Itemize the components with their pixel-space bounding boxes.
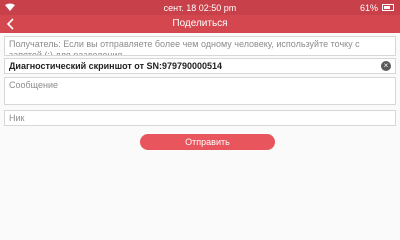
message-field[interactable]: Сообщение [4, 77, 396, 105]
message-placeholder: Сообщение [9, 80, 58, 90]
subject-field[interactable]: Диагностический скриншот от SN:979790000… [4, 58, 396, 74]
status-time: сент. 18 02:50 pm [163, 3, 237, 13]
recipient-field[interactable]: Получатель: Если вы отправляете более че… [4, 36, 396, 56]
battery-icon [382, 4, 394, 11]
subject-value: Диагностический скриншот от SN:979790000… [9, 61, 223, 71]
battery-level: 61% [359, 3, 378, 13]
nick-placeholder: Ник [9, 113, 25, 123]
clear-icon[interactable]: × [381, 61, 391, 71]
status-bar: сент. 18 02:50 pm 61% [0, 0, 400, 15]
nick-field[interactable]: Ник [4, 110, 396, 126]
send-button[interactable]: Отправить [140, 134, 275, 150]
recipient-placeholder: Получатель: Если вы отправляете более че… [9, 39, 360, 56]
page-title: Поделиться [172, 18, 228, 29]
toolbar: Поделиться [0, 15, 400, 33]
